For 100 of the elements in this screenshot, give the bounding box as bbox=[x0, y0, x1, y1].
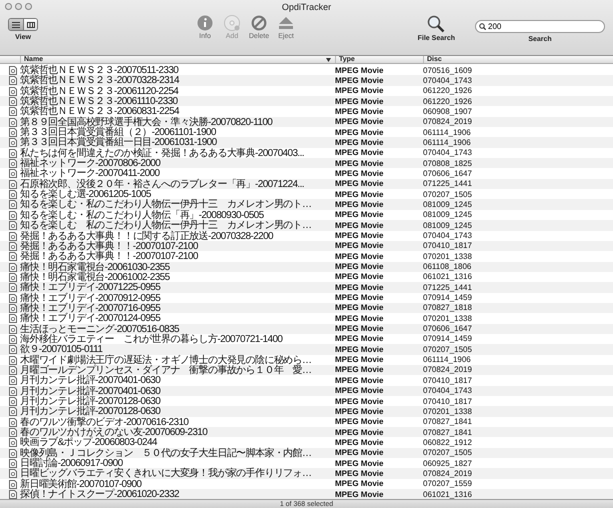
table-row[interactable]: 欲９-20070105-0111 MPEG Movie 070207_1505 bbox=[0, 344, 613, 355]
type-cell-text: MPEG Movie bbox=[335, 344, 384, 355]
disc-cell-text: 070827_1841 bbox=[423, 417, 473, 428]
type-cell-text: MPEG Movie bbox=[335, 458, 384, 469]
table-row[interactable]: 発掘！あるある大事典！！-20070107-2100 MPEG Movie 070410_1817 bbox=[0, 240, 613, 252]
view-mode-button[interactable] bbox=[23, 19, 37, 30]
zoom-button[interactable] bbox=[25, 3, 32, 10]
view-mode-button[interactable] bbox=[9, 19, 23, 30]
type-cell-text: MPEG Movie bbox=[335, 128, 384, 138]
name-cell-text: 月刊カンテレ批評-20070128-0630 bbox=[20, 396, 162, 407]
window-title: OpdiTracker bbox=[282, 2, 332, 12]
type-cell-text: MPEG Movie bbox=[335, 428, 384, 438]
name-cell-text: 木曜ワイド劇場法王庁の遅延法・オギノ博士の大発見の陰に秘めら… bbox=[20, 354, 312, 366]
name-cell-text: 第３３回日本賞受賞番組一日目-20061031-1900 bbox=[20, 137, 218, 148]
eject-icon bbox=[278, 15, 294, 31]
name-cell-text: 痛快！エブリデイ-20070124-0955 bbox=[20, 313, 160, 324]
type-cell-text: MPEG Movie bbox=[335, 158, 384, 169]
table-row[interactable]: 映像列島・Ｊコレクション ５０代の女子大生日記〜脚本家・内館… MPEG Movie 070207_1505 bbox=[0, 448, 613, 458]
table-row[interactable]: 痛快！エブリデイ-20071225-0955 MPEG Movie 071225_1441 bbox=[0, 282, 613, 293]
disc-cell-text: 061021_1316 bbox=[423, 272, 473, 282]
type-cell-text: MPEG Movie bbox=[335, 272, 384, 282]
disc-cell-text: 081009_1245 bbox=[423, 220, 473, 231]
name-cell-text: 映像列島・Ｊコレクション ５０代の女子大生日記〜脚本家・内館… bbox=[20, 448, 312, 459]
disc-cell-text: 070207_1559 bbox=[423, 479, 473, 490]
name-cell-text: 知るを楽しむ・私のこだわり人物伝ー伊丹十三 カメレオン男のト… bbox=[20, 199, 312, 210]
disc-cell-text: 060925_1827 bbox=[423, 458, 473, 469]
type-cell-text: MPEG Movie bbox=[335, 448, 384, 458]
table-row[interactable]: 痛快！明石家電視台-20061030-2355 MPEG Movie 061108_1806 bbox=[0, 262, 613, 272]
name-cell-text: 春のワルツ衝撃のビデオ-20070616-2310 bbox=[20, 416, 190, 428]
type-cell-text: MPEG Movie bbox=[335, 334, 384, 344]
table-row[interactable]: 春のワルツかけがえのない友-20070609-2310 MPEG Movie 070827_1841 bbox=[0, 427, 613, 438]
table-row[interactable]: 福祉ネットワーク-20070806-2000 MPEG Movie 070808_1825 bbox=[0, 158, 613, 168]
type-cell-text: MPEG Movie bbox=[335, 376, 384, 386]
type-cell-text: MPEG Movie bbox=[335, 490, 384, 500]
type-cell-text: MPEG Movie bbox=[335, 262, 384, 272]
type-cell-text: MPEG Movie bbox=[335, 231, 384, 241]
name-cell-text: 筑紫哲也ＮＥＷＳ２３-20061120-2254 bbox=[20, 86, 180, 97]
disc-cell-text: 070410_1817 bbox=[423, 376, 473, 386]
type-cell-text: MPEG Movie bbox=[335, 417, 384, 428]
name-cell-text: 新日曜美術館-20070107-0900 bbox=[20, 478, 142, 490]
name-cell-text: 筑紫哲也ＮＥＷＳ２３-20070511-2330 bbox=[20, 65, 180, 76]
table-row[interactable]: 第３３回日本賞受賞番組一日目-20061031-1900 MPEG Movie 061114_1906 bbox=[0, 137, 613, 148]
search-icon bbox=[427, 15, 446, 33]
search-icon bbox=[479, 23, 486, 30]
table-row[interactable]: 探偵！ナイトスクープ-20061020-2332 MPEG Movie 061021_1316 bbox=[0, 489, 613, 500]
name-cell-text: 発掘！あるある大事典！！に関する訂正放送-20070328-2200 bbox=[20, 230, 274, 242]
type-cell-text: MPEG Movie bbox=[335, 168, 384, 179]
table-row[interactable]: 日曜ビッグバラエティ安くきれいに大変身！我が家の手作りリフォ… MPEG Movie 070824_2019 bbox=[0, 468, 613, 479]
disc-cell-text: 070606_1647 bbox=[423, 168, 473, 179]
disc-cell-text: 061114_1906 bbox=[423, 128, 472, 138]
name-cell-text: 筑紫哲也ＮＥＷＳ２３-20070328-2314 bbox=[20, 75, 180, 86]
disc-cell-text: 061108_1806 bbox=[423, 262, 472, 272]
name-cell-text: 福祉ネットワーク-20070411-2000 bbox=[20, 168, 161, 180]
disc-cell-text: 070827_1818 bbox=[423, 303, 473, 314]
type-cell-text: MPEG Movie bbox=[335, 314, 384, 324]
disc-cell-text: 070824_2019 bbox=[423, 117, 473, 128]
type-cell-text: MPEG Movie bbox=[335, 252, 384, 262]
type-cell-text: MPEG Movie bbox=[335, 468, 384, 479]
disc-cell-text: 070824_2019 bbox=[423, 468, 473, 479]
disc-cell-text: 061220_1926 bbox=[423, 96, 473, 107]
type-cell-text: MPEG Movie bbox=[335, 324, 384, 334]
table-row[interactable]: 石原裕次郎、没後２０年・裕さんへのラブレター「再」-20071224... MPEG Movie 071225_1441 bbox=[0, 178, 613, 190]
disc-cell-text: 070808_1825 bbox=[423, 158, 473, 169]
name-cell-text: 日曜ビッグバラエティ安くきれいに大変身！我が家の手作りリフォ… bbox=[20, 468, 312, 480]
table-row[interactable]: 筑紫哲也ＮＥＷＳ２３-20070328-2314 MPEG Movie 070404_1743 bbox=[0, 75, 613, 86]
table-row[interactable]: 痛快！エブリデイ-20070716-0955 MPEG Movie 070827_1818 bbox=[0, 302, 613, 314]
name-cell-text: 生活ほっとモーニング-20070516-0835 bbox=[20, 324, 180, 335]
disc-cell-text: 070207_1505 bbox=[423, 344, 473, 355]
table-row[interactable]: 知るを楽しむ 私のこだわり人物伝ー伊丹十三 カメレオン男のト… MPEG Movie 081009_1245 bbox=[0, 220, 613, 230]
disc-cell-text: 070404_1743 bbox=[423, 231, 473, 241]
name-cell-text: 筑紫哲也ＮＥＷＳ２３-20060831-2254 bbox=[20, 106, 180, 118]
disc-cell-text: 070201_1338 bbox=[423, 314, 473, 324]
name-cell-text: 痛快！エブリデイ-20070716-0955 bbox=[20, 302, 162, 314]
type-cell-text: MPEG Movie bbox=[335, 282, 384, 293]
disc-cell-text: 070201_1338 bbox=[423, 406, 473, 417]
table-row[interactable]: 筑紫哲也ＮＥＷＳ２３-20061110-2330 MPEG Movie 061220_1926 bbox=[0, 96, 613, 106]
minimize-button[interactable] bbox=[15, 3, 22, 10]
type-cell-text: MPEG Movie bbox=[335, 179, 384, 190]
type-cell-text: MPEG Movie bbox=[335, 355, 384, 366]
table-row[interactable]: 第８９回全国高校野球選手権大会・準々決勝-20070820-1100 MPEG Movie 070824_2019 bbox=[0, 116, 613, 128]
disc-cell-text: 060822_1912 bbox=[423, 438, 473, 448]
name-cell-text: 月刊カンテレ批評-20070128-0630 bbox=[20, 406, 162, 418]
close-button[interactable] bbox=[5, 3, 12, 10]
disc-cell-text: 070914_1459 bbox=[423, 334, 473, 344]
type-cell-text: MPEG Movie bbox=[335, 396, 384, 406]
type-cell-text: MPEG Movie bbox=[335, 438, 384, 448]
name-cell-text: 痛快！明石家電視台-20061030-2355 bbox=[20, 262, 171, 273]
table-row[interactable]: 月刊カンテレ批評-20070128-0630 MPEG Movie 070201_1338 bbox=[0, 406, 613, 417]
search-field[interactable]: 200 bbox=[475, 20, 605, 33]
table-row[interactable]: 知るを楽しむ・私のこだわり人物伝ー伊丹十三 カメレオン男のト… MPEG Movie 081009_1245 bbox=[0, 199, 613, 210]
type-cell-text: MPEG Movie bbox=[335, 479, 384, 490]
disc-cell-text: 070207_1505 bbox=[423, 448, 473, 458]
table-row[interactable]: 月曜ゴールデンプリンセス・ダイアナ 衝撃の事故から１０年 愛… MPEG Movie 070824_2019 bbox=[0, 364, 613, 376]
table-row[interactable]: 月刊カンテレ批評-20070401-0630 MPEG Movie 070404_1743 bbox=[0, 386, 613, 396]
disc-cell-text: 070404_1743 bbox=[423, 76, 473, 86]
type-cell-text: MPEG Movie bbox=[335, 66, 384, 76]
disc-cell-text: 071225_1441 bbox=[423, 282, 473, 293]
type-cell-text: MPEG Movie bbox=[335, 76, 384, 86]
table-row[interactable]: 生活ほっとモーニング-20070516-0835 MPEG Movie 070606_1647 bbox=[0, 324, 613, 334]
type-cell-text: MPEG Movie bbox=[335, 241, 384, 252]
